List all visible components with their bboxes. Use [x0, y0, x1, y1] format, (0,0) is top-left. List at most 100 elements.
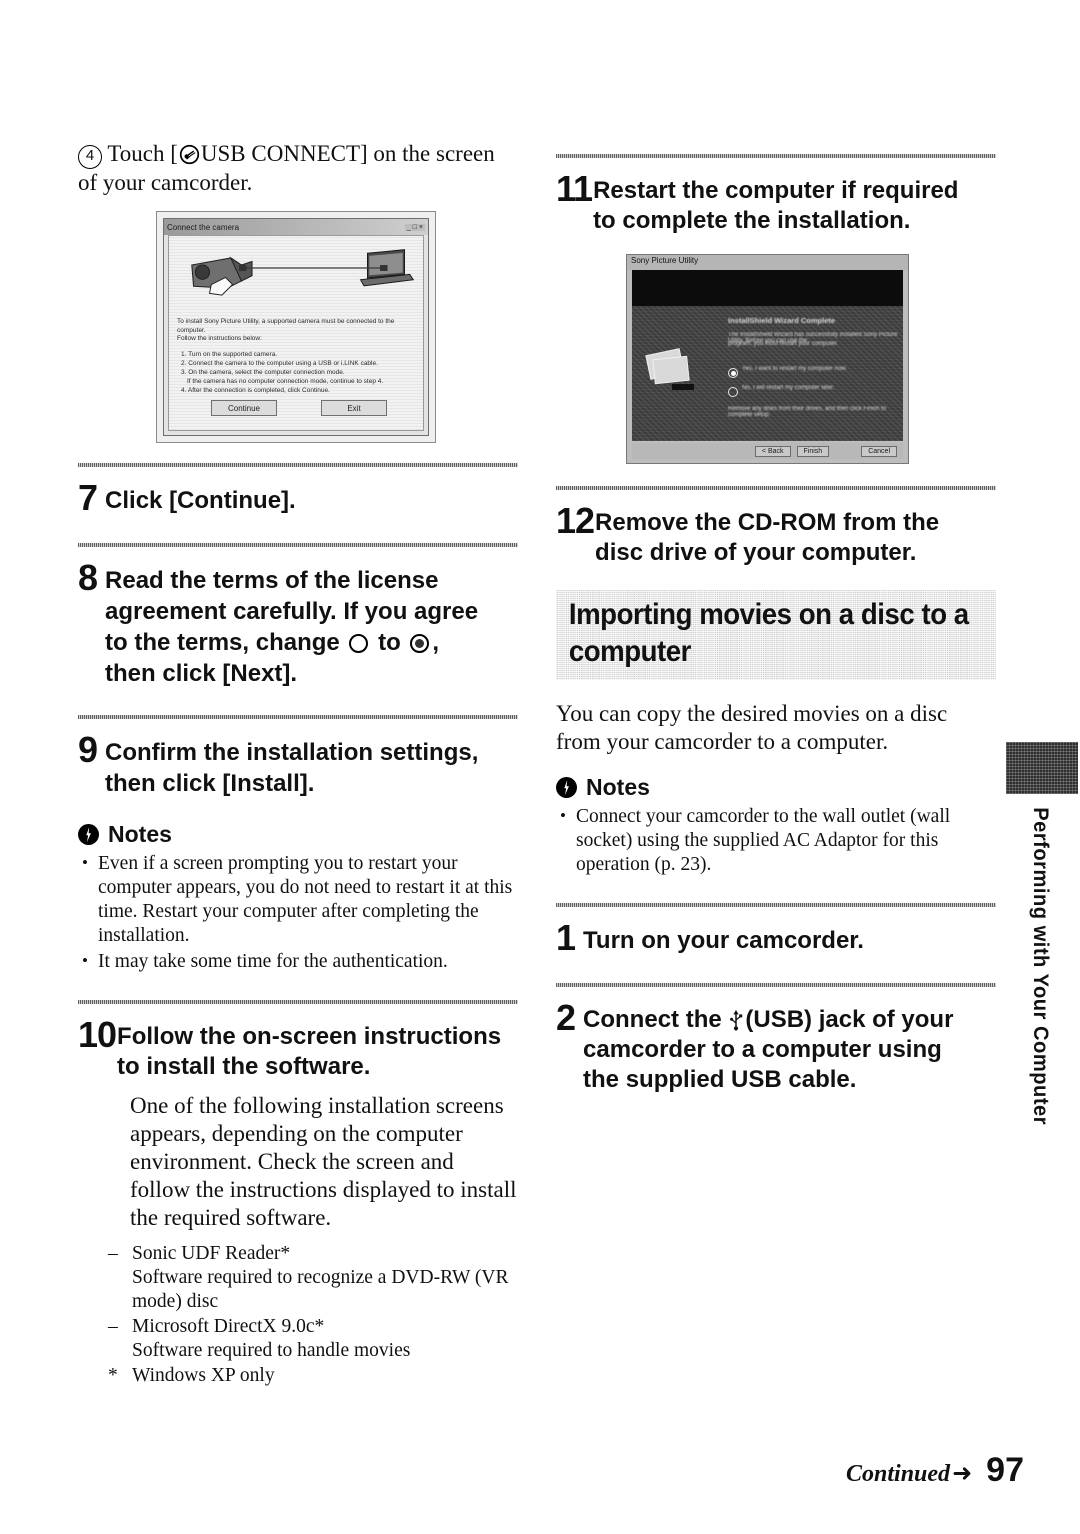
right-arrow-icon: ➜: [952, 1459, 973, 1487]
manual-page: 4 Touch [USB CONNECT] on the screen of y…: [0, 0, 1080, 1534]
page-footer: Continued➜ 97: [846, 1451, 1024, 1490]
radio-selected-icon: [410, 634, 430, 653]
left-note-item: Even if a screen prompting you to restar…: [78, 851, 518, 948]
step-8-comma: ,: [432, 629, 440, 656]
titlebar-buttons[interactable]: _ □ ×: [404, 223, 425, 231]
step-11: 11 Restart the computer if required to c…: [556, 170, 996, 236]
procedure-step-1: 1 Turn on your camcorder.: [556, 919, 996, 957]
procedure-step-1-text: Turn on your camcorder.: [583, 927, 864, 954]
wizard-button-bar: < Back Finish Cancel: [632, 443, 903, 459]
right-notes-block: Notes Connect your camcorder to the wall…: [556, 774, 996, 877]
media-illustration: [645, 348, 694, 390]
intro-line-3: Follow the instructions below:: [177, 335, 262, 342]
substep-4: 4 Touch [USB CONNECT] on the screen of y…: [78, 140, 518, 197]
left-note-item: It may take some time for the authentica…: [78, 949, 518, 974]
procedure-step-2-line-1: Connect the (USB) jack of your: [583, 1005, 953, 1035]
procedure-step-2-line-1-text: Connect the: [583, 1006, 722, 1033]
asterisk-marker: *: [108, 1365, 118, 1386]
procedure-step-2-text: Connect the (USB) jack of your camcorder…: [583, 999, 953, 1095]
continued-text: Continued: [846, 1461, 951, 1487]
page-number: 97: [986, 1451, 1024, 1489]
substep-text-before: Touch [: [107, 141, 178, 166]
left-notes-list: Even if a screen prompting you to restar…: [78, 851, 518, 974]
step-12-number: 12: [556, 500, 595, 541]
separator-before-step-7: [78, 463, 518, 467]
wizard-cancel-button[interactable]: Cancel: [861, 445, 897, 457]
step-12-line-1: Remove the CD-ROM from the: [595, 509, 940, 536]
step-10-text: Follow the on-screen instructions to ins…: [117, 1016, 501, 1082]
exit-button[interactable]: Exit: [321, 400, 387, 416]
software-list-item: – Microsoft DirectX 9.0c* Software requi…: [106, 1315, 518, 1363]
intro-line-1: To install Sony Picture Utility, a suppo…: [177, 318, 395, 325]
step-12-line-2: disc drive of your computer.: [595, 539, 917, 566]
step-8-line-4: then click [Next].: [105, 660, 298, 687]
wizard-back-button[interactable]: < Back: [754, 445, 791, 457]
radio-unselected-icon: [349, 634, 369, 653]
dialog-title: Connect the camera: [167, 222, 240, 232]
separator-before-step-9: [78, 715, 518, 719]
step-7-text: Click [Continue].: [105, 487, 296, 514]
step-9-line-2: then click [Install].: [105, 770, 315, 797]
figure-wizard-complete: Sony Picture Utility InstallShield Wizar…: [626, 254, 909, 464]
software-list-item: – Sonic UDF Reader* Software required to…: [106, 1242, 518, 1314]
software-description: Software required to recognize a DVD-RW …: [132, 1267, 509, 1312]
separator-before-step-12: [556, 486, 996, 490]
step-9-text: Confirm the installation settings, then …: [105, 731, 478, 799]
separator-before-step-10: [78, 1000, 518, 1004]
usb-connect-icon: [179, 144, 200, 165]
notes-heading-label: Notes: [586, 774, 650, 800]
step-10-number: 10: [78, 1014, 117, 1055]
notes-bolt-icon: [556, 777, 577, 798]
dialog-step-list: 1. Turn on the supported camera. 2. Conn…: [181, 350, 415, 395]
intro-line-2: computer.: [177, 326, 206, 334]
restart-now-label: Yes, I want to restart my computer now.: [742, 366, 847, 372]
wizard-titlebar: Sony Picture Utility: [627, 255, 908, 270]
step-9-line-1: Confirm the installation settings,: [105, 739, 479, 766]
dialog-titlebar: Connect the camera _ □ ×: [164, 219, 428, 235]
notes-heading: Notes: [78, 821, 518, 848]
step-11-number: 11: [556, 168, 593, 209]
circled-number-4: 4: [78, 145, 102, 169]
wizard-finish-button[interactable]: Finish: [796, 445, 830, 457]
section-banner-line-1: Importing movies on a disc to a: [568, 598, 969, 631]
software-description: Software required to handle movies: [132, 1340, 411, 1361]
notes-bolt-icon: [78, 824, 99, 845]
dash-marker: –: [108, 1316, 118, 1337]
separator-before-procedure-step-2: [556, 983, 996, 987]
separator-before-step-8: [78, 543, 518, 547]
wizard-complete-dialog: Sony Picture Utility InstallShield Wizar…: [626, 254, 909, 464]
step-8-to-word: to: [378, 629, 401, 656]
wizard-content: InstallShield Wizard Complete The Instal…: [632, 270, 903, 441]
dash-marker: –: [108, 1243, 118, 1264]
step-12-text: Remove the CD-ROM from the disc drive of…: [595, 502, 939, 568]
procedure-step-2: 2 Connect the (USB) jack of your camcord…: [556, 999, 996, 1095]
step-8-line-3: to the terms, change to ,: [105, 627, 478, 658]
step-10: 10 Follow the on-screen instructions to …: [78, 1016, 518, 1082]
step-10-description: One of the following installation screen…: [130, 1093, 517, 1230]
dialog-step-3: 3. On the camera, select the computer co…: [181, 369, 345, 376]
restart-later-label: No, I will restart my computer later.: [742, 385, 835, 391]
wizard-body-line-2: program, you must restart your computer.: [728, 341, 839, 347]
dialog-intro-text: To install Sony Picture Utility, a suppo…: [177, 318, 415, 344]
usb-icon: [729, 1009, 744, 1031]
step-8-line-3-text: to the terms, change: [105, 629, 340, 656]
side-tab-marker: [1006, 742, 1078, 794]
procedure-step-2-line-3: the supplied USB cable.: [583, 1066, 857, 1093]
figure-connect-the-camera: Connect the camera _ □ × To install Sony…: [156, 211, 436, 443]
section-banner-line-2: computer: [568, 635, 692, 668]
restart-later-radio[interactable]: [728, 387, 738, 397]
left-notes-block: Notes Even if a screen prompting you to …: [78, 821, 518, 974]
separator-before-step-11: [556, 154, 996, 158]
step-10-line-1: Follow the on-screen instructions: [117, 1023, 502, 1050]
step-12: 12 Remove the CD-ROM from the disc drive…: [556, 502, 996, 568]
left-column: 4 Touch [USB CONNECT] on the screen of y…: [78, 140, 518, 1389]
dialog-step-3-note: If the camera has no computer connection…: [187, 378, 384, 385]
step-7-number: 7: [78, 477, 98, 518]
software-name: Microsoft DirectX 9.0c*: [132, 1316, 325, 1337]
continue-button[interactable]: Continue: [211, 400, 277, 416]
restart-now-radio[interactable]: [728, 368, 738, 378]
step-11-text: Restart the computer if required to comp…: [593, 170, 958, 236]
step-8-number: 8: [78, 557, 98, 598]
section-banner: Importing movies on a disc to a computer: [556, 590, 996, 680]
continued-label: Continued➜: [846, 1461, 972, 1488]
